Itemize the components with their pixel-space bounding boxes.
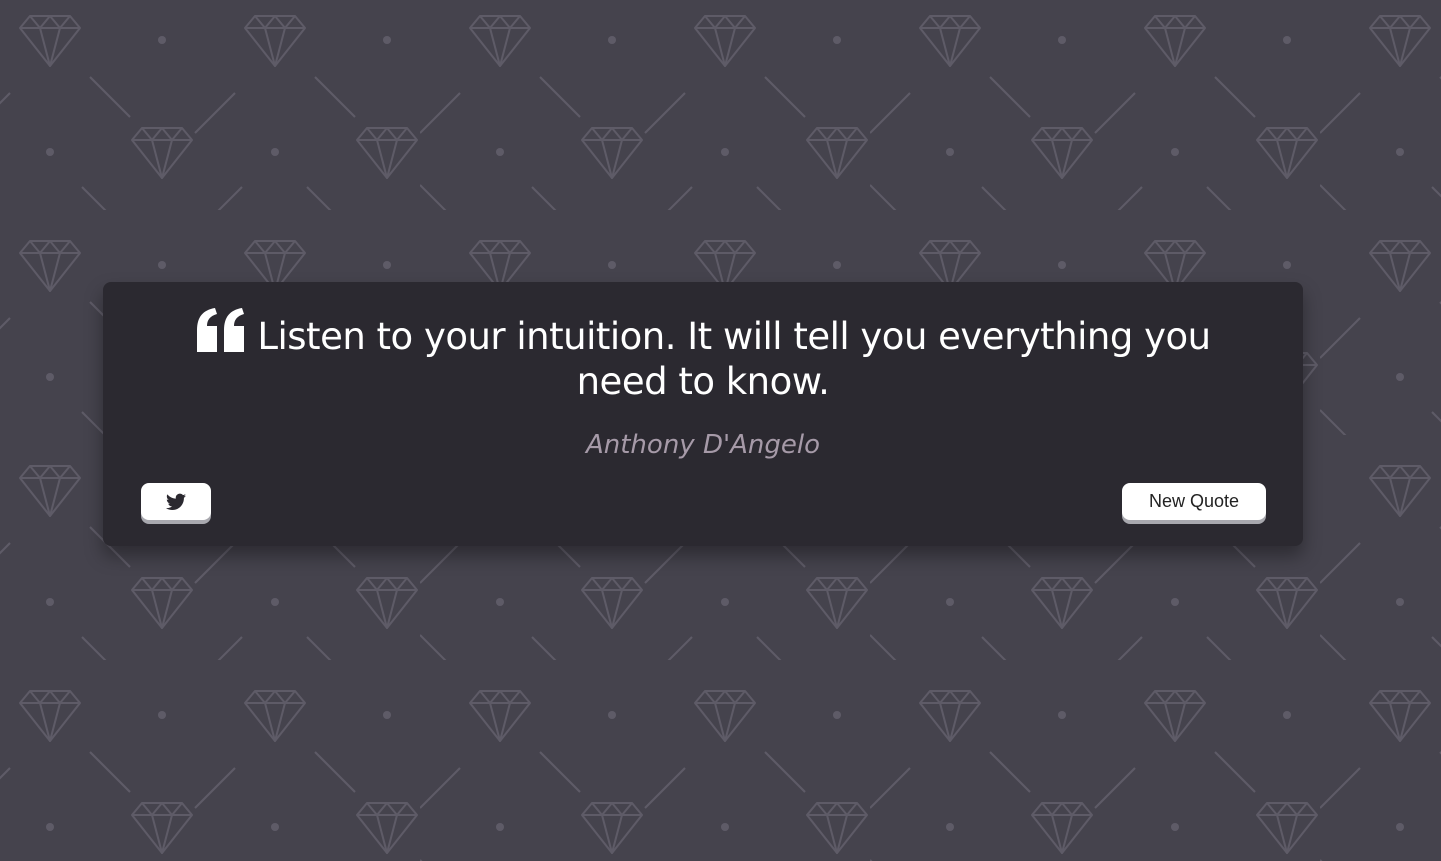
quote-text-container: Listen to your intuition. It will tell y… xyxy=(163,308,1243,404)
new-quote-button[interactable]: New Quote xyxy=(1122,483,1266,520)
twitter-icon xyxy=(166,493,186,510)
quote-text: Listen to your intuition. It will tell y… xyxy=(257,315,1211,403)
quote-author: Anthony D'Angelo xyxy=(585,430,821,460)
quote-box: Listen to your intuition. It will tell y… xyxy=(103,282,1303,546)
quote-left-icon xyxy=(197,308,245,352)
tweet-quote-button[interactable] xyxy=(141,483,211,520)
